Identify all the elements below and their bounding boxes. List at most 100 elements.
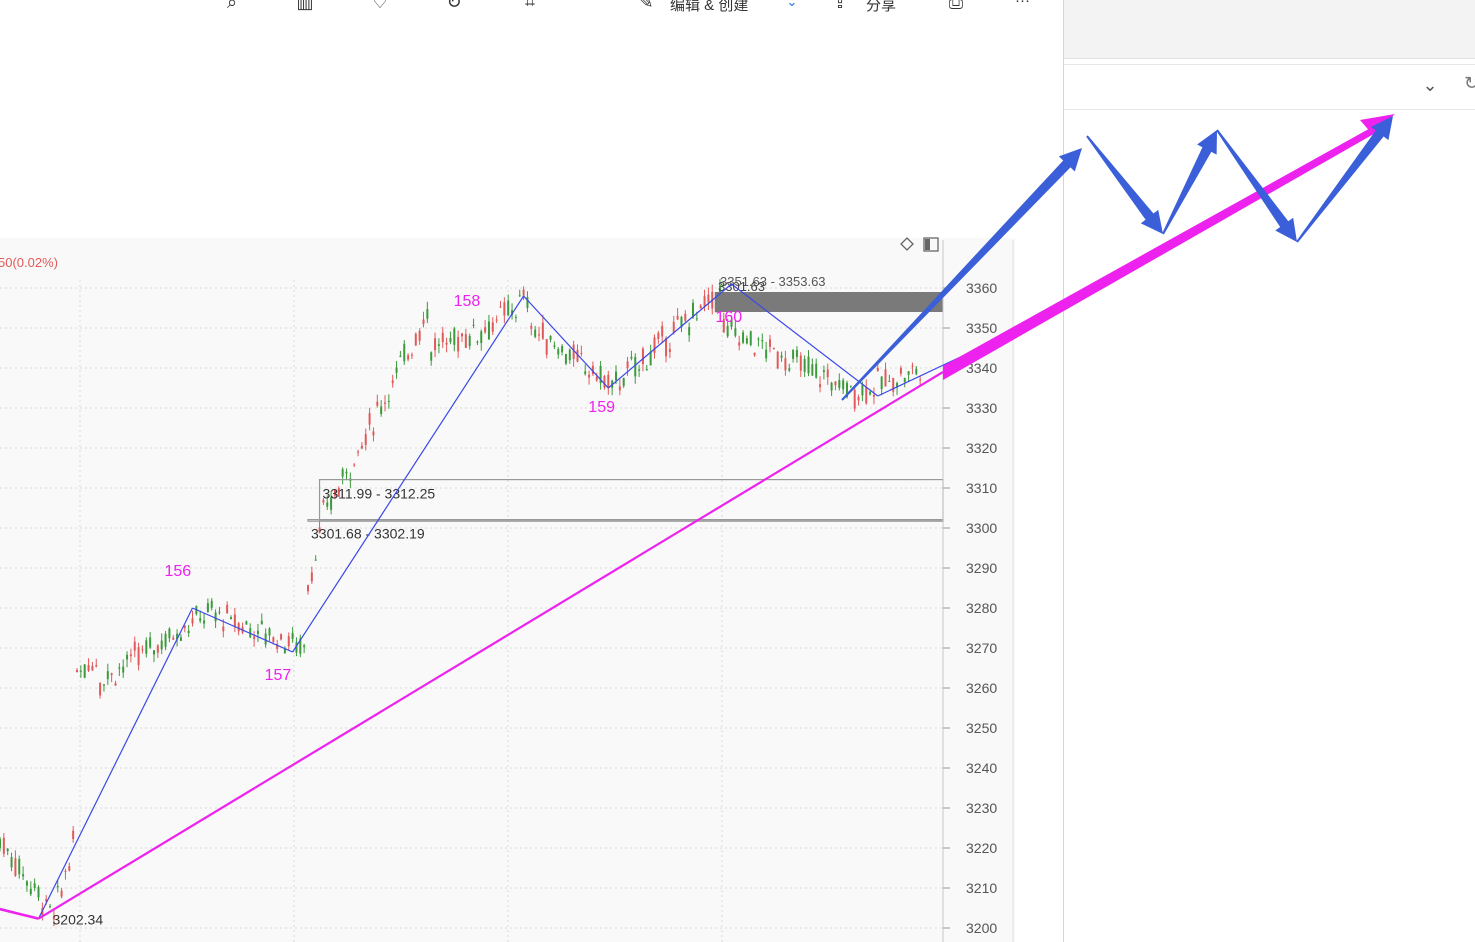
candle-body [426,309,429,319]
candle-body [287,636,290,647]
candle-body [487,321,490,340]
candle-body [99,682,102,696]
candle-body [749,331,752,346]
candle-body [307,585,309,592]
y-tick-label: 3320 [966,440,997,456]
candle-body [819,384,822,388]
candle-body [726,325,729,337]
candle-body [634,356,637,377]
candle-body [618,386,621,391]
candle-body [530,325,533,329]
candle-body [264,633,267,645]
candle-body [214,612,217,622]
candle-body [253,636,256,640]
candle-body [518,295,521,297]
candle-body [499,306,502,308]
candle-body [303,645,306,648]
candle-body [684,313,687,321]
candle-body [903,378,906,382]
candle-body [91,665,94,671]
candle-body [384,402,386,404]
y-tick-label: 3210 [966,880,997,896]
candle-body [795,350,798,358]
candle-body [129,654,132,657]
candle-body [95,665,98,667]
candle-body [418,330,421,341]
candle-body [484,327,487,333]
candle-body [707,294,710,303]
y-tick-label: 3300 [966,520,997,536]
y-tick-label: 3220 [966,840,997,856]
change-label: 50(0.02%) [0,255,58,270]
wave-label: 158 [454,293,481,310]
candle-body [568,349,571,361]
candle-body [79,670,82,672]
candle-body [445,342,448,345]
overlay-arrow [1296,116,1393,243]
candle-body [661,325,664,337]
stock-chart: 3311.99 - 3312.253301.68 - 3302.193351.6… [0,114,1395,942]
candle-body [653,337,656,353]
candle-body [345,471,348,474]
candle-body [842,380,845,390]
wave-label: 160 [716,309,743,326]
candle-body [545,339,548,355]
candle-body [738,342,741,346]
candle-body [857,396,860,401]
resistance-zone [714,292,943,312]
candle-body [434,338,437,351]
candle-body [491,322,494,332]
candle-body [210,600,213,608]
candle-body [761,340,764,342]
candle-body [742,332,745,343]
y-tick-label: 3240 [966,760,997,776]
candle-body [60,890,63,897]
candle-body [588,374,591,378]
candle-body [615,371,617,381]
candle-body [360,445,363,449]
candle-body [368,413,371,425]
candle-body [199,618,202,621]
candle-body [18,858,21,875]
candle-body [888,381,891,383]
candle-body [76,670,78,673]
candle-body [495,319,498,321]
candle-body [218,611,221,613]
candle-body [102,684,105,686]
candle-body [688,327,691,336]
candle-body [522,289,525,296]
candle-body [114,683,117,686]
candle-body [734,328,737,336]
candle-body [626,361,629,369]
candle-body [245,621,248,625]
candle-body [772,347,775,349]
candle-body [453,328,456,345]
candle-body [784,358,787,371]
candle-body [557,349,560,355]
candle-body [256,630,259,634]
y-tick-label: 3360 [966,280,997,296]
candle-body [403,343,406,362]
candle-body [803,359,806,372]
candle-body [826,369,829,378]
candle-body [476,341,479,343]
candle-body [534,329,537,337]
candle-body [149,637,152,648]
candle-body [464,334,467,348]
candle-body [110,673,113,676]
candle-body [272,637,275,642]
candle-body [869,391,872,395]
candle-body [391,380,394,384]
candle-body [792,349,795,359]
candle-body [341,469,344,477]
candle-body [564,354,567,364]
candle-body [757,338,760,340]
candle-body [815,363,818,378]
candle-body [145,640,148,654]
wave-label: 157 [265,667,292,684]
candle-body [376,401,379,406]
zone-label: 3311.99 - 3312.25 [323,486,436,502]
candle-body [822,370,825,372]
candle-body [541,322,544,339]
candle-body [2,837,5,854]
